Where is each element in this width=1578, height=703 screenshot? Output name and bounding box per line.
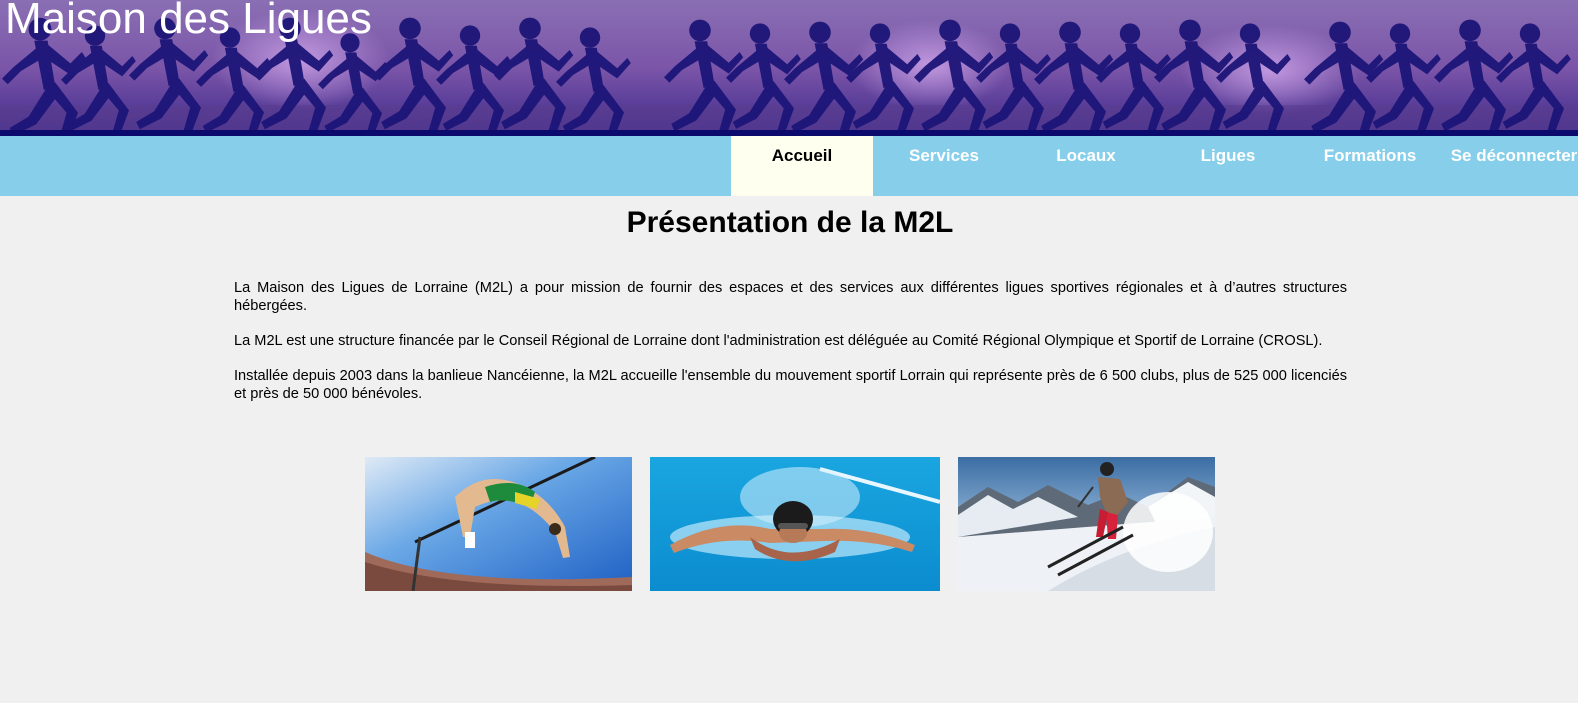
paragraph-funding: La M2L est une structure financée par le… (234, 333, 1323, 349)
paragraph-history: Installée depuis 2003 dans la banlieue N… (234, 368, 1347, 402)
site-title: Maison des Ligues (5, 0, 372, 43)
page-title: Présentation de la M2L (626, 206, 954, 239)
nav-item-locaux[interactable]: Locaux (1015, 136, 1157, 196)
nav-item-formations[interactable]: Formations (1299, 136, 1441, 196)
nav-item-se-deconnecter[interactable]: Se déconnecter (1436, 136, 1578, 196)
paragraph-mission: La Maison des Ligues de Lorraine (M2L) a… (234, 280, 1347, 314)
high-jump-photo (365, 457, 632, 591)
main-nav: Accueil Services Locaux Ligues Formation… (0, 136, 1578, 196)
presentation-text: La Maison des Ligues de Lorraine (M2L) a… (234, 279, 1347, 420)
header-banner: Maison des Ligues (0, 0, 1578, 136)
nav-item-ligues[interactable]: Ligues (1157, 136, 1299, 196)
swimmer-photo (650, 457, 940, 591)
nav-item-accueil[interactable]: Accueil (731, 136, 873, 196)
skier-photo (958, 457, 1215, 591)
nav-item-services[interactable]: Services (873, 136, 1015, 196)
